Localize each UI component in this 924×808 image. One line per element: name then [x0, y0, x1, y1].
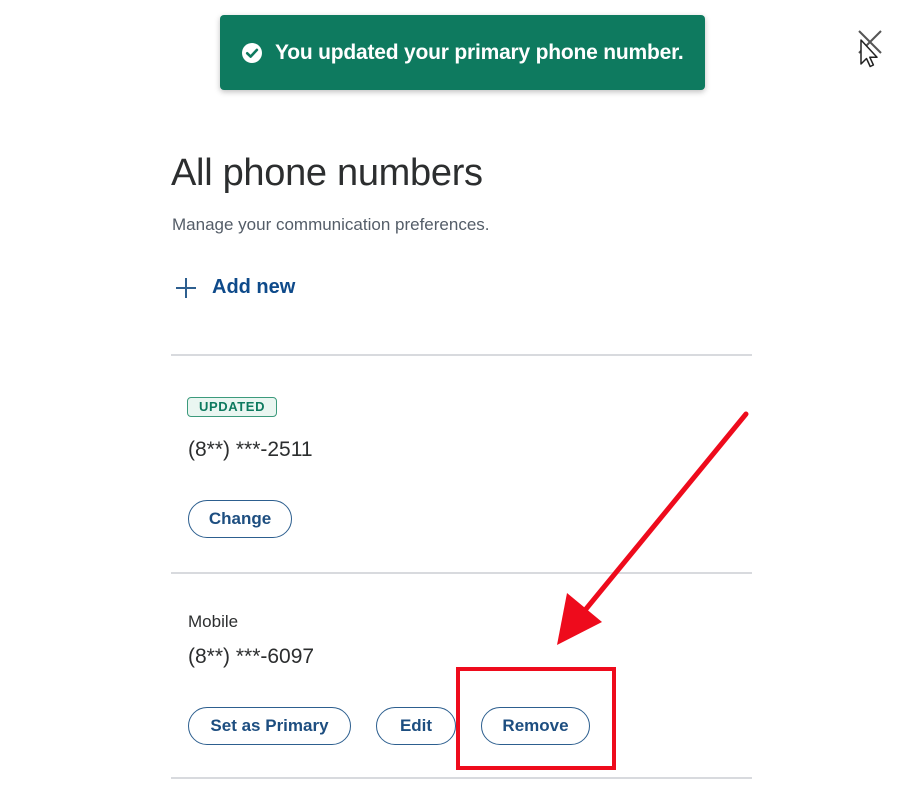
updated-badge: UPDATED	[187, 397, 278, 417]
add-new-label: Add new	[212, 276, 296, 298]
remove-button[interactable]: Remove	[481, 707, 590, 745]
divider	[171, 354, 752, 356]
plus-icon	[175, 277, 197, 299]
edit-button[interactable]: Edit	[376, 707, 456, 745]
divider	[171, 777, 752, 779]
page-title: All phone numbers	[171, 152, 483, 194]
phone-number: (8**) ***-2511	[188, 438, 313, 461]
phone-type-label: Mobile	[188, 612, 239, 631]
success-toast: You updated your primary phone number.	[220, 15, 705, 90]
toast-message: You updated your primary phone number.	[275, 40, 684, 64]
divider	[171, 572, 752, 574]
set-as-primary-button[interactable]: Set as Primary	[188, 707, 351, 745]
check-circle-icon	[241, 42, 263, 64]
change-button[interactable]: Change	[188, 500, 292, 538]
annotation-arrow-icon	[557, 411, 749, 645]
add-new-link[interactable]: Add new	[175, 276, 295, 299]
page-subtitle: Manage your communication preferences.	[172, 215, 490, 234]
phone-number: (8**) ***-6097	[188, 645, 315, 668]
close-icon	[858, 30, 882, 68]
close-button[interactable]	[856, 28, 884, 68]
